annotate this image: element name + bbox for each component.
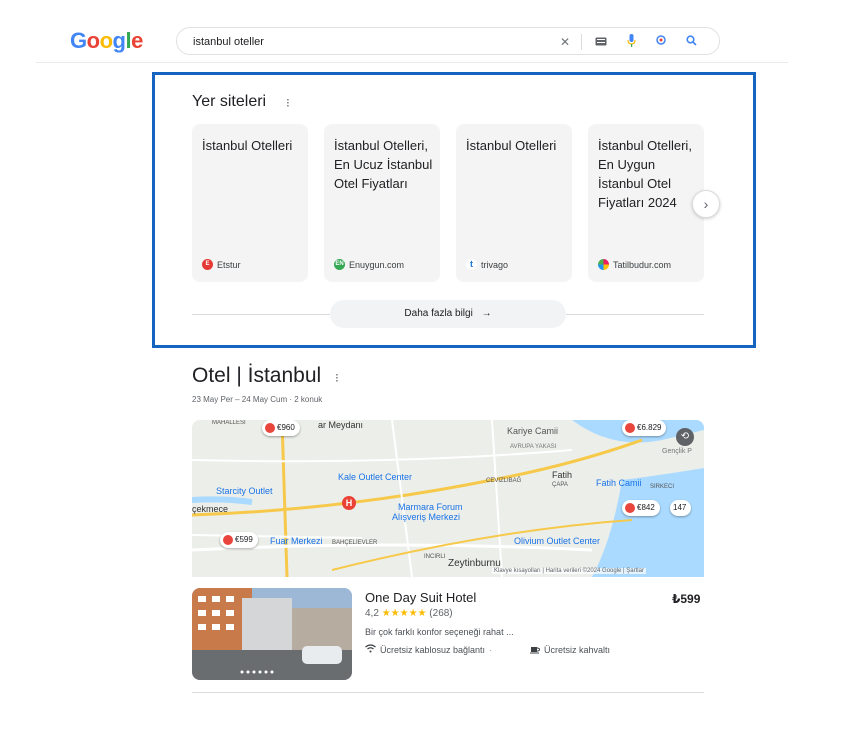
map-label: AVRUPA YAKASI	[510, 444, 557, 450]
source-label: Enuygun.com	[349, 259, 405, 270]
map-label: Fuar Merkezi	[270, 536, 323, 546]
price-pin-label: 147	[673, 503, 687, 512]
map-label: ar Meydanı	[318, 420, 364, 430]
hotel-icon	[625, 503, 635, 513]
search-box: ✕	[176, 27, 720, 55]
hotel-icon	[265, 423, 275, 433]
search-icon[interactable]	[683, 34, 699, 50]
map-label: MAHALLESI	[212, 420, 246, 426]
price-pin[interactable]: €6.829	[622, 420, 667, 436]
hotel-photo-image	[192, 588, 352, 680]
fullscreen-icon[interactable]: ⟲	[676, 428, 694, 446]
hotel-description: Bir çok farklı konfor seçeneği rahat ...	[365, 627, 514, 637]
map-label: Fatih Camii	[596, 478, 642, 488]
map-label: BAHÇELİEVLER	[332, 540, 378, 546]
star-rating-icon: ★★★★★	[381, 608, 427, 619]
search-input[interactable]	[193, 33, 553, 51]
map-label: Fatih	[552, 470, 573, 480]
map-label: Marmara Forum	[398, 502, 463, 512]
rating-value: 4,2	[365, 608, 379, 619]
separator-dot: ·	[489, 644, 493, 655]
amenity-breakfast: Ücretsiz kahvaltı	[530, 644, 610, 656]
price-pin-label: €6.829	[637, 423, 662, 432]
more-info-button[interactable]: Daha fazla bilgi →	[330, 300, 566, 328]
map-label: ÇAPA	[552, 482, 568, 488]
search-divider	[581, 34, 582, 50]
tatilbudur-favicon-icon	[598, 259, 609, 270]
places-title: Yer siteleri	[192, 93, 267, 110]
hotel-name[interactable]: One Day Suit Hotel	[365, 590, 476, 605]
map-label: Kale Outlet Center	[338, 472, 413, 482]
map-label: INCIRLI	[424, 554, 446, 560]
google-logo[interactable]: Google	[70, 28, 143, 54]
hotel-map[interactable]: Kariye Camii AVRUPA YAKASI Kale Outlet C…	[192, 420, 704, 577]
review-count: (268)	[429, 608, 453, 619]
place-card-source: EN Enuygun.com	[334, 259, 404, 270]
price-pin-label: €842	[637, 503, 655, 512]
keyboard-icon[interactable]	[593, 34, 609, 50]
map-label: Starcity Outlet	[216, 486, 273, 496]
place-card[interactable]: İstanbul Otelleri t trivago	[456, 124, 572, 282]
amenity-label: Ücretsiz kahvaltı	[544, 645, 611, 655]
place-card[interactable]: İstanbul Otelleri, En Uygun İstanbul Ote…	[588, 124, 704, 282]
place-card-source: t trivago	[466, 259, 508, 270]
price-pin[interactable]: €842	[622, 500, 660, 516]
bottom-divider	[192, 692, 704, 693]
place-card[interactable]: İstanbul Otelleri E Etstur	[192, 124, 308, 282]
arrow-right-icon: →	[481, 308, 492, 319]
header-divider	[36, 62, 788, 63]
map-label: çekmece	[192, 504, 229, 514]
enuygun-favicon-icon: EN	[334, 259, 345, 270]
place-card[interactable]: İstanbul Otelleri, En Ucuz İstanbul Otel…	[324, 124, 440, 282]
map-label: SIRKECI	[650, 484, 675, 490]
price-pin[interactable]: 147	[670, 500, 692, 516]
hotel-icon	[625, 423, 635, 433]
price-pin[interactable]: €960	[262, 420, 300, 436]
close-icon[interactable]: ✕	[557, 34, 573, 50]
etstur-favicon-icon: E	[202, 259, 213, 270]
trivago-favicon-icon: t	[466, 259, 477, 270]
map-roads	[192, 420, 704, 577]
map-label: Alışveriş Merkezi	[392, 512, 461, 522]
place-card-title: İstanbul Otelleri	[202, 138, 293, 153]
price-pin-label: €960	[277, 423, 295, 432]
map-label: Olivium Outlet Center	[514, 536, 601, 546]
map-label: Kariye Camii	[507, 426, 559, 436]
map-label: Gençlik P	[662, 448, 692, 455]
hotel-icon	[223, 535, 233, 545]
lens-icon[interactable]	[653, 34, 669, 50]
map-attribution: Klavye kısayolları | Harita verileri ©20…	[492, 568, 646, 574]
place-card-title: İstanbul Otelleri, En Ucuz İstanbul Otel…	[334, 138, 433, 191]
top-bar: Google ✕	[0, 0, 844, 64]
place-card-title: İstanbul Otelleri, En Uygun İstanbul Ote…	[598, 138, 692, 210]
source-label: trivago	[481, 259, 509, 270]
place-card-title: İstanbul Otelleri	[466, 138, 557, 153]
amenity-wifi: Ücretsiz kablosuz bağlantı ·	[365, 644, 492, 655]
more-options-icon[interactable]: ⁝	[286, 96, 290, 110]
hotel-price: ₺599	[672, 592, 701, 606]
hotel-rating: 4,2 ★★★★★ (268)	[365, 608, 453, 619]
carousel-next-button[interactable]: ›	[692, 190, 720, 218]
more-options-icon[interactable]: ⁝	[335, 371, 339, 385]
wifi-icon	[365, 644, 376, 655]
hospital-icon: H	[342, 496, 356, 510]
hotels-title: Otel | İstanbul ⁝	[192, 364, 339, 388]
amenity-label: Ücretsiz kablosuz bağlantı	[380, 644, 486, 655]
more-info-label: Daha fazla bilgi	[404, 308, 473, 319]
price-pin-label: €599	[235, 535, 253, 544]
hotel-photo[interactable]	[192, 588, 352, 680]
breakfast-icon	[530, 644, 541, 656]
source-label: Tatilbudur.com	[613, 259, 672, 270]
hotels-title-text: Otel | İstanbul	[192, 364, 322, 387]
source-label: Etstur	[217, 259, 241, 270]
price-pin[interactable]: €599	[220, 532, 258, 548]
hotel-dates[interactable]: 23 May Per – 24 May Cum · 2 konuk	[192, 395, 322, 404]
place-card-source: Tatilbudur.com	[598, 259, 671, 270]
map-label: CEVIZLIBAĞ	[486, 478, 522, 484]
place-card-source: E Etstur	[202, 259, 241, 270]
mic-icon[interactable]	[623, 34, 639, 50]
